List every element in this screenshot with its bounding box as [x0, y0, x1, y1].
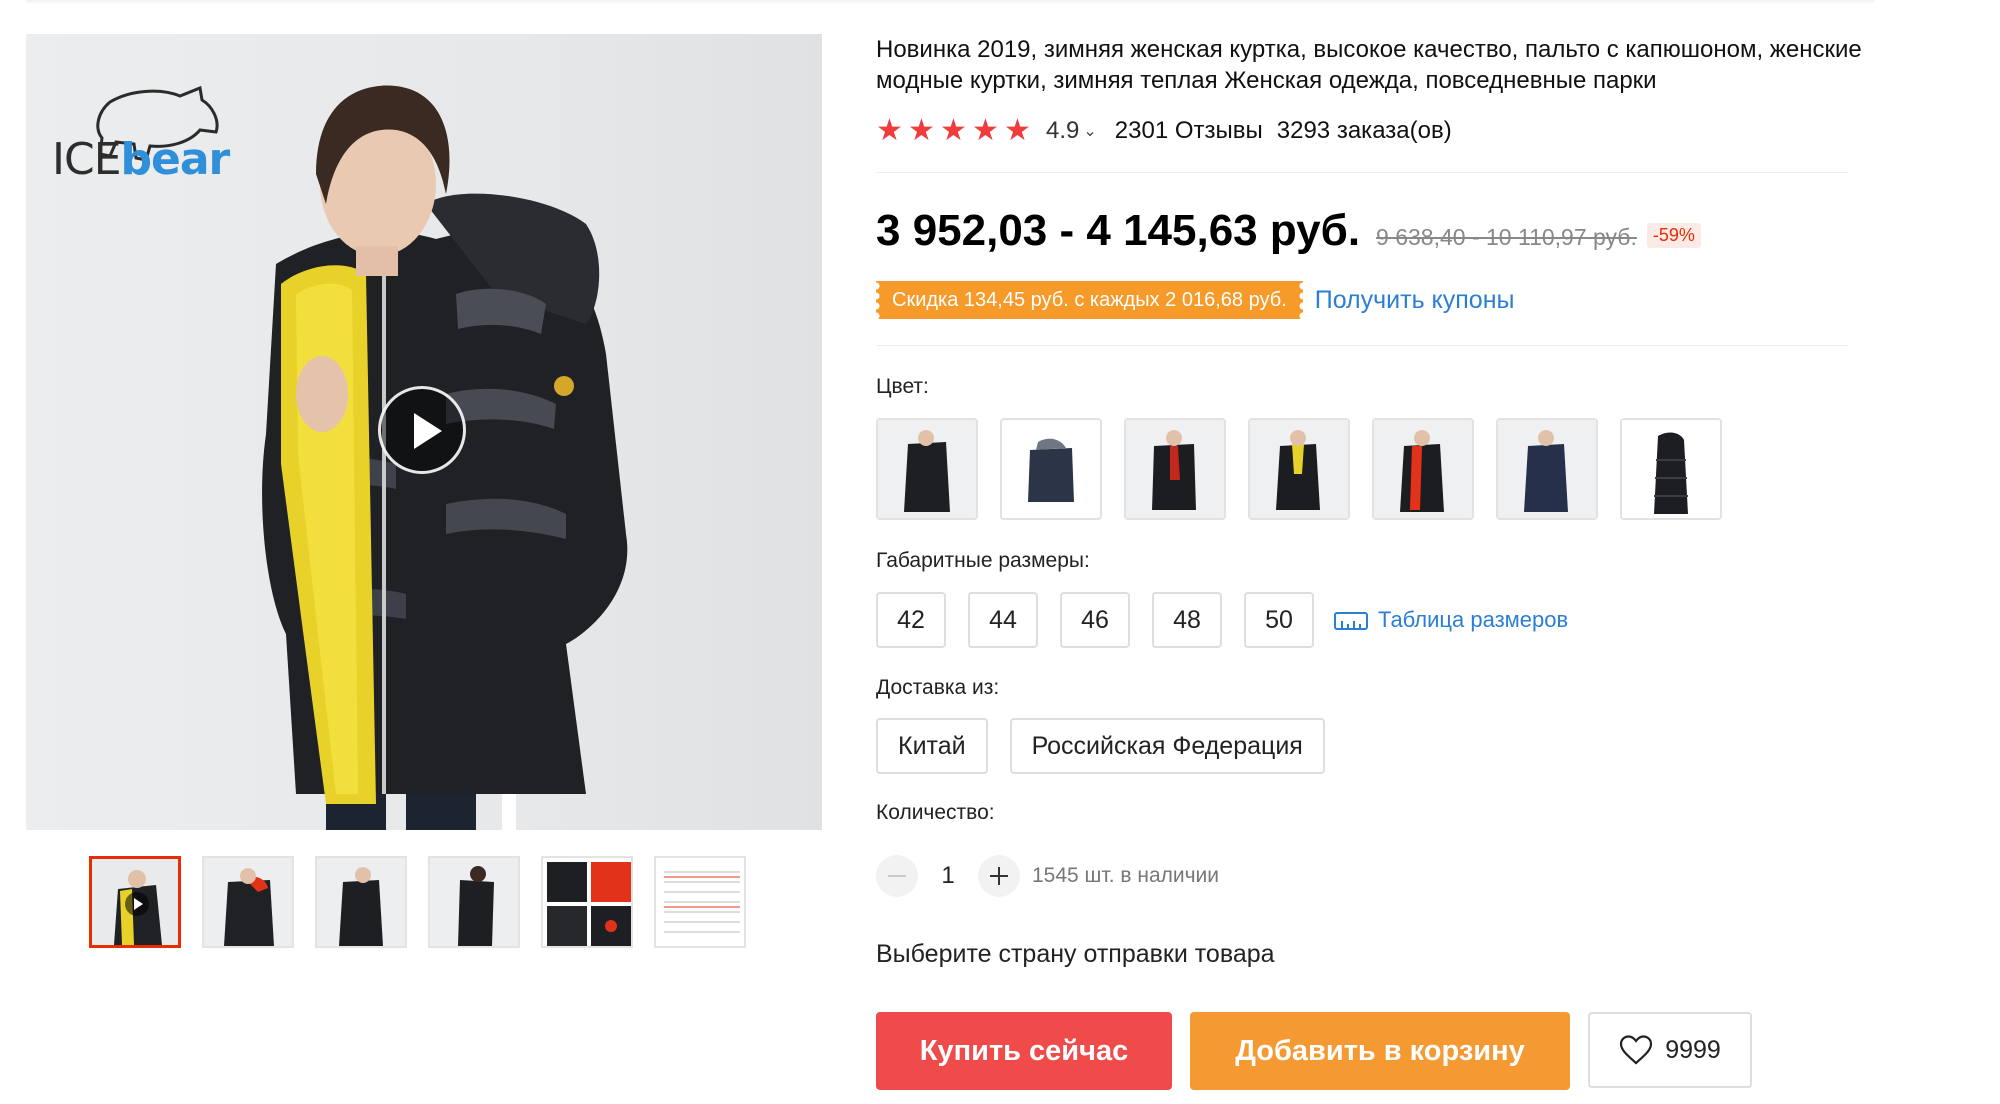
star-icon: ★ — [876, 114, 903, 147]
size-option[interactable]: 46 — [1060, 592, 1130, 648]
thumbnail-play-icon — [125, 892, 149, 916]
size-label: Габаритные размеры: — [876, 549, 1090, 572]
color-swatches — [876, 418, 1722, 520]
thumbnail-6[interactable] — [654, 856, 746, 948]
color-swatch-2[interactable] — [1000, 418, 1102, 520]
color-swatch-4[interactable] — [1248, 418, 1350, 520]
color-swatch-1[interactable] — [876, 418, 978, 520]
coupon-tag: Скидка 134,45 руб. с каждых 2 016,68 руб… — [876, 281, 1303, 319]
reviews-count[interactable]: 2301 Отзывы — [1115, 117, 1263, 145]
size-option[interactable]: 50 — [1244, 592, 1314, 648]
shipping-country-note: Выберите страну отправки товара — [876, 940, 1275, 968]
brand-logo-text: ICEbear — [52, 134, 231, 185]
star-icon: ★ — [972, 114, 999, 147]
ruler-icon — [1334, 612, 1368, 630]
shipping-options: Китай Российская Федерация — [876, 718, 1325, 774]
rating-stars: ★ ★ ★ ★ ★ — [876, 116, 1034, 146]
stock-available: 1545 шт. в наличии — [1032, 864, 1220, 887]
ship-from-russia[interactable]: Российская Федерация — [1009, 718, 1325, 774]
price-row: 3 952,03 - 4 145,63 руб. 9 638,40 - 10 1… — [876, 206, 1701, 256]
coupon-row: Скидка 134,45 руб. с каждых 2 016,68 руб… — [876, 281, 1514, 319]
discount-badge: -59% — [1646, 223, 1701, 248]
color-label: Цвет: — [876, 375, 929, 398]
star-icon: ★ — [940, 114, 967, 147]
quantity-value[interactable]: 1 — [918, 862, 978, 890]
size-option[interactable]: 48 — [1152, 592, 1222, 648]
rating-row: ★ ★ ★ ★ ★ 4.9 ⌄ 2301 Отзывы 3293 заказа(… — [876, 114, 1452, 148]
logo-ice: ICE — [52, 134, 121, 185]
wishlist-count: 9999 — [1665, 1035, 1721, 1064]
thumbnail-2[interactable] — [202, 856, 294, 948]
main-product-image[interactable]: ICEbear — [26, 34, 822, 830]
color-swatch-3[interactable] — [1124, 418, 1226, 520]
logo-bear: bear — [120, 134, 231, 185]
size-options: 42 44 46 48 50 Таблица размеров — [876, 592, 1568, 648]
quantity-decrease-button[interactable] — [876, 855, 918, 897]
size-chart-link[interactable]: Таблица размеров — [1334, 607, 1568, 633]
thumbnail-5[interactable] — [541, 856, 633, 948]
thumbnail-4[interactable] — [428, 856, 520, 948]
top-divider — [26, 0, 1874, 4]
heart-icon — [1620, 1035, 1653, 1065]
star-icon: ★ — [1004, 114, 1031, 147]
size-option[interactable]: 44 — [968, 592, 1038, 648]
wishlist-button[interactable]: 9999 — [1588, 1012, 1752, 1088]
star-icon: ★ — [908, 114, 935, 147]
thumbnail-1[interactable] — [89, 856, 181, 948]
action-buttons: Купить сейчас Добавить в корзину 9999 — [876, 1012, 1752, 1090]
quantity-stepper: 1 1545 шт. в наличии — [876, 855, 1219, 897]
video-play-icon[interactable] — [378, 386, 466, 474]
thumbnail-strip — [89, 856, 746, 948]
size-chart-label: Таблица размеров — [1378, 607, 1569, 632]
ship-from-china[interactable]: Китай — [876, 718, 988, 774]
color-swatch-7[interactable] — [1620, 418, 1722, 520]
product-title: Новинка 2019, зимняя женская куртка, выс… — [876, 36, 1862, 94]
shipping-label: Доставка из: — [876, 676, 1000, 699]
get-coupons-link[interactable]: Получить купоны — [1315, 286, 1515, 315]
quantity-increase-button[interactable] — [978, 855, 1020, 897]
color-swatch-5[interactable] — [1372, 418, 1474, 520]
buy-now-button[interactable]: Купить сейчас — [876, 1012, 1172, 1090]
color-swatch-6[interactable] — [1496, 418, 1598, 520]
rating-value[interactable]: 4.9 — [1046, 117, 1079, 145]
current-price: 3 952,03 - 4 145,63 руб. — [876, 206, 1361, 255]
thumbnail-3[interactable] — [315, 856, 407, 948]
add-to-cart-button[interactable]: Добавить в корзину — [1190, 1012, 1570, 1090]
chevron-down-icon[interactable]: ⌄ — [1083, 121, 1096, 141]
orders-count: 3293 заказа(ов) — [1276, 117, 1452, 144]
divider — [876, 172, 1848, 173]
size-option[interactable]: 42 — [876, 592, 946, 648]
quantity-label: Количество: — [876, 801, 995, 824]
original-price: 9 638,40 - 10 110,97 руб. — [1376, 224, 1637, 250]
divider — [876, 345, 1848, 346]
